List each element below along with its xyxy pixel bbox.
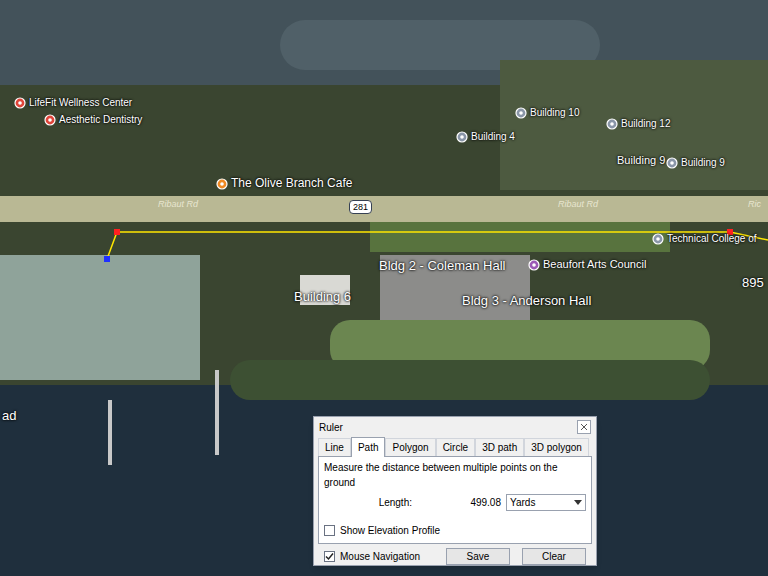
map-label[interactable]: Building 6 xyxy=(294,289,351,305)
close-icon xyxy=(580,423,588,431)
map-label[interactable]: Bldg 3 - Anderson Hall xyxy=(462,293,591,309)
map-label[interactable]: Building 12 xyxy=(606,118,670,131)
map-label[interactable]: Building 9 xyxy=(666,157,725,170)
mouse-navigation-checkbox[interactable]: Mouse Navigation xyxy=(324,549,420,564)
dialog-button[interactable]: Clear xyxy=(522,548,586,565)
road-label: Ribaut Rd xyxy=(558,200,598,209)
shore xyxy=(230,360,710,400)
map-label[interactable]: The Olive Branch Cafe xyxy=(216,176,352,191)
map-label[interactable]: Beaufort Arts Council xyxy=(528,258,646,272)
map-label[interactable]: Technical College of xyxy=(652,233,757,246)
lawn xyxy=(370,222,670,252)
title-bar[interactable]: Ruler xyxy=(314,417,596,437)
check-icon xyxy=(325,552,334,561)
tab[interactable]: Circle xyxy=(436,438,476,456)
map-label[interactable]: 895 xyxy=(742,275,764,291)
map-label[interactable]: Aesthetic Dentistry xyxy=(44,114,142,127)
hospital xyxy=(0,255,200,380)
tab[interactable]: 3D path xyxy=(475,438,524,456)
road-label: Ribaut Rd xyxy=(158,200,198,209)
map-label[interactable]: LifeFit Wellness Center xyxy=(14,97,132,110)
map-label[interactable]: Building 4 xyxy=(456,131,515,144)
place-pin-icon[interactable] xyxy=(44,114,56,126)
map-label[interactable]: Building 9 xyxy=(617,154,665,168)
place-pin-icon[interactable] xyxy=(216,178,228,190)
checkbox[interactable] xyxy=(324,551,335,562)
map-label[interactable]: Bldg 2 - Coleman Hall xyxy=(379,258,505,274)
dock xyxy=(215,370,219,455)
map-label[interactable]: Building 10 xyxy=(515,107,579,120)
tab[interactable]: 3D polygon xyxy=(524,438,589,456)
road-label: Ric xyxy=(748,200,761,209)
tab-bar: LinePathPolygonCircle3D path3D polygon xyxy=(314,437,596,456)
map-label[interactable]: ad xyxy=(2,408,16,424)
elevation-profile-checkbox[interactable]: Show Elevation Profile xyxy=(324,523,586,538)
tab[interactable]: Polygon xyxy=(385,438,435,456)
tab[interactable]: Line xyxy=(318,438,351,456)
unit-select[interactable]: Yards xyxy=(506,494,586,511)
dropdown-arrow-icon xyxy=(574,500,582,505)
place-pin-icon[interactable] xyxy=(515,107,527,119)
place-pin-icon[interactable] xyxy=(652,233,664,245)
tab[interactable]: Path xyxy=(351,437,386,457)
place-pin-icon[interactable] xyxy=(528,259,540,271)
dock xyxy=(108,400,112,465)
checkbox[interactable] xyxy=(324,525,335,536)
place-pin-icon[interactable] xyxy=(14,97,26,109)
tab-panel: Measure the distance between multiple po… xyxy=(318,456,592,544)
road xyxy=(0,196,768,222)
place-pin-icon[interactable] xyxy=(456,131,468,143)
dialog-button[interactable]: Save xyxy=(446,548,510,565)
place-pin-icon[interactable] xyxy=(666,157,678,169)
map-screen: LifeFit Wellness Center Aesthetic Dentist… xyxy=(0,0,768,576)
route-shield: 281 xyxy=(349,200,372,214)
ruler-dialog[interactable]: RulerLinePathPolygonCircle3D path3D poly… xyxy=(313,416,597,566)
place-pin-icon[interactable] xyxy=(606,118,618,130)
close-button[interactable] xyxy=(577,420,591,434)
